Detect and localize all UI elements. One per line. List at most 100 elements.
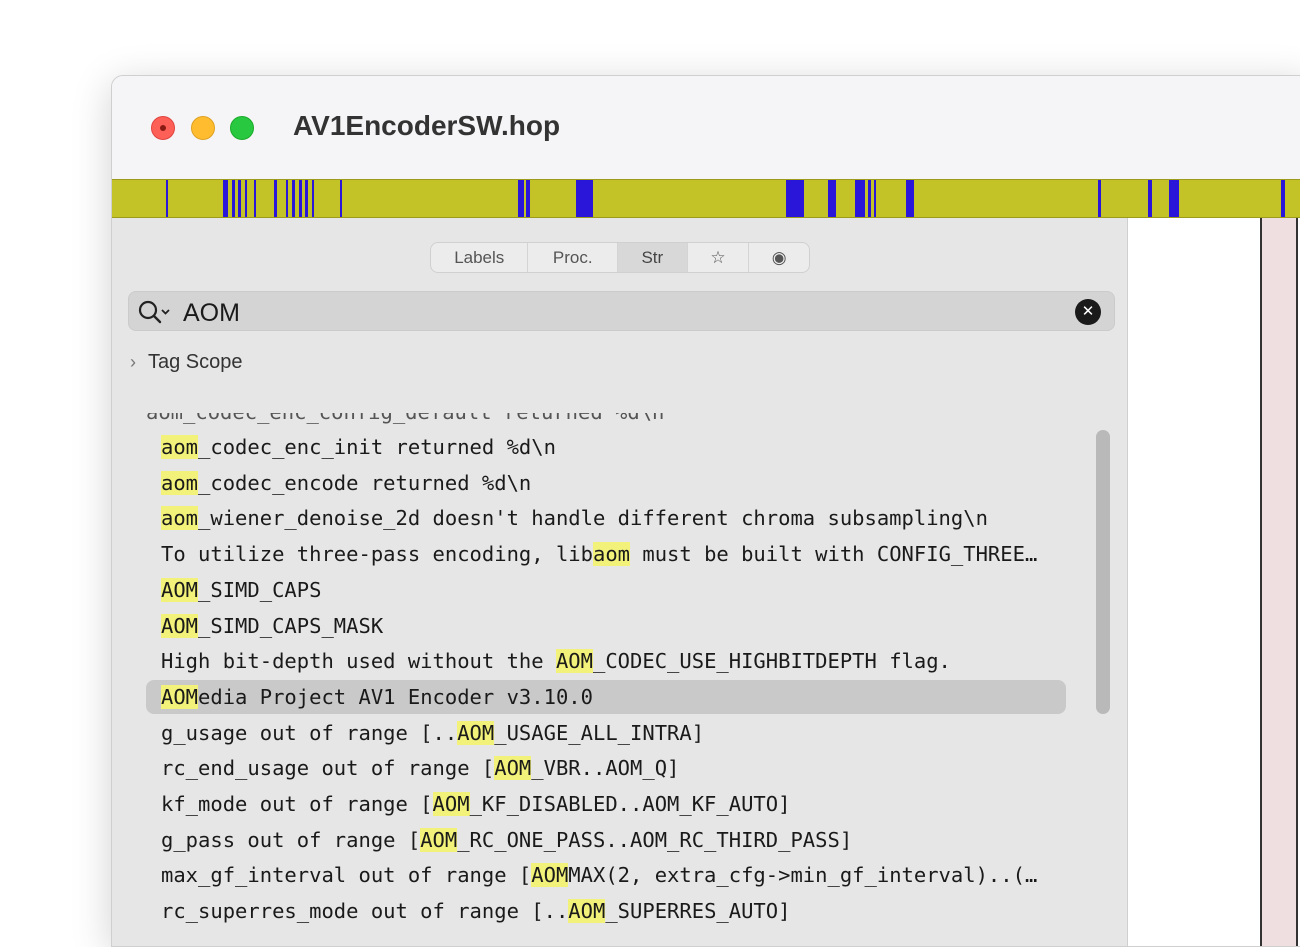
list-item-text: _KF_DISABLED..AOM_KF_AUTO] (469, 792, 791, 816)
timeline-event-marker (245, 180, 247, 217)
timeline-event-marker (223, 180, 228, 217)
list-item-text: g_usage out of range [.. (161, 720, 458, 745)
timeline-event-marker (868, 180, 871, 217)
match-highlight: aom (592, 542, 631, 567)
match-highlight: aom (161, 506, 199, 531)
list-item-text: MAX(2, extra_cfg->min_gf_interval)..(… (568, 863, 1038, 888)
app-window: AV1EncoderSW.hop Labels Proc. Str ☆ ◉ AO… (111, 75, 1300, 947)
zoom-button[interactable] (230, 116, 254, 140)
list-item-text: _SIMD_CAPS (198, 577, 322, 602)
thread-track (1260, 218, 1298, 946)
match-highlight: AOM (457, 720, 495, 745)
list-item-selected[interactable]: AOMedia Project AV1 Encoder v3.10.0 (161, 679, 593, 715)
match-highlight: aom (161, 435, 199, 459)
list-item[interactable]: g_pass out of range [AOM_RC_ONE_PASS..AO… (161, 822, 852, 858)
timeline-event-marker (292, 180, 295, 217)
list-item-text: _wiener_denoise_2d doesn't handle differ… (198, 506, 988, 531)
match-highlight: aom (161, 470, 199, 495)
search-field[interactable]: AOM ✕ (128, 291, 1115, 331)
timeline-event-marker (786, 180, 804, 217)
list-item[interactable]: rc_end_usage out of range [AOM_VBR..AOM_… (161, 750, 679, 786)
timeline-event-marker (238, 180, 241, 217)
radio-icon[interactable]: ◉ (749, 243, 809, 272)
list-item-text: _codec_enc_init returned %d\n (198, 435, 556, 459)
match-highlight: AOM (161, 684, 199, 709)
list-item-text: _USAGE_ALL_INTRA] (494, 720, 705, 745)
list-scrollbar[interactable] (1096, 430, 1110, 714)
list-item-partial: aom_codec_enc_config_default returned %d… (146, 400, 665, 424)
timeline-event-marker (1281, 180, 1285, 217)
match-highlight: AOM (161, 613, 199, 638)
tag-scope-disclosure[interactable]: › Tag Scope (130, 351, 243, 374)
timeline-event-marker (286, 180, 288, 217)
match-highlight: AOM (531, 863, 569, 888)
sidebar-tabs: Labels Proc. Str ☆ ◉ (430, 242, 810, 273)
match-highlight: AOM (420, 827, 458, 852)
list-item-text: _SUPERRES_AUTO] (605, 899, 791, 924)
search-input[interactable]: AOM (183, 299, 240, 328)
timeline-event-marker (166, 180, 168, 217)
list-item[interactable]: aom_wiener_denoise_2d doesn't handle dif… (161, 500, 988, 536)
list-item-text: edia Project AV1 Encoder v3.10.0 (198, 684, 593, 709)
list-item-text: g_pass out of range [ (161, 827, 421, 852)
search-icon[interactable] (137, 299, 173, 325)
timeline-event-marker (874, 180, 876, 217)
timeline-event-marker (828, 180, 836, 217)
clear-icon[interactable]: ✕ (1075, 299, 1101, 325)
list-item[interactable]: aom_codec_encode returned %d\n (161, 465, 531, 501)
list-item-text: _VBR..AOM_Q] (531, 756, 680, 781)
list-item[interactable]: g_usage out of range [..AOM_USAGE_ALL_IN… (161, 715, 704, 751)
timeline-event-marker (312, 180, 314, 217)
list-item-text: rc_superres_mode out of range [.. (161, 899, 569, 924)
list-item-text: High bit-depth used without the (161, 649, 556, 674)
list-item[interactable]: To utilize three-pass encoding, libaom m… (161, 536, 1037, 572)
timeline-event-marker (576, 180, 593, 217)
list-item[interactable]: AOM_SIMD_CAPS_MASK (161, 608, 383, 644)
match-highlight: AOM (161, 577, 199, 602)
sidebar: Labels Proc. Str ☆ ◉ AOM ✕ › Tag Scope ao… (112, 218, 1128, 946)
match-highlight: AOM (432, 792, 470, 816)
list-item-text: must be built with CONFIG_THREE… (630, 542, 1038, 567)
match-highlight: AOM (568, 899, 606, 924)
list-item[interactable]: High bit-depth used without the AOM_CODE… (161, 643, 951, 679)
timeline-overview[interactable] (112, 179, 1300, 218)
timeline-event-marker (340, 180, 342, 217)
timeline-event-marker (855, 180, 865, 217)
window-title: AV1EncoderSW.hop (293, 110, 561, 141)
list-item-text: _SIMD_CAPS_MASK (198, 613, 384, 638)
tab-labels[interactable]: Labels (431, 243, 529, 272)
minimize-button[interactable] (191, 116, 215, 140)
close-button[interactable] (151, 116, 175, 140)
title-bar: AV1EncoderSW.hop (112, 76, 1300, 179)
list-item[interactable]: aom_codec_enc_init returned %d\n (161, 429, 556, 465)
tab-procedures[interactable]: Proc. (528, 243, 619, 272)
list-item[interactable]: kf_mode out of range [AOM_KF_DISABLED..A… (161, 786, 790, 822)
match-highlight: AOM (555, 649, 593, 674)
list-item[interactable]: rc_superres_mode out of range [..AOM_SUP… (161, 893, 790, 929)
timeline-event-marker (518, 180, 524, 217)
list-item-text: To utilize three-pass encoding, lib (161, 542, 593, 567)
timeline-event-marker (1098, 180, 1101, 217)
list-item-text: kf_mode out of range [ (161, 792, 433, 816)
list-item[interactable]: AOM_SIMD_CAPS (161, 572, 321, 608)
string-list: aom_codec_enc_config_default returned %d… (112, 400, 1112, 946)
timeline-event-marker (526, 180, 530, 217)
list-item[interactable]: max_gf_interval out of range [AOMMAX(2, … (161, 857, 1037, 893)
list-item-text: rc_end_usage out of range [ (161, 756, 495, 781)
timeline-detail (1128, 218, 1300, 946)
list-item-text: _CODEC_USE_HIGHBITDEPTH flag. (592, 649, 951, 674)
match-highlight: AOM (494, 756, 532, 781)
timeline-event-marker (1169, 180, 1179, 217)
list-item-text: _codec_encode returned %d\n (198, 470, 532, 495)
timeline-event-marker (274, 180, 277, 217)
timeline-event-marker (906, 180, 914, 217)
timeline-event-marker (254, 180, 256, 217)
timeline-event-marker (305, 180, 308, 217)
chevron-right-icon[interactable]: › (130, 352, 148, 373)
timeline-event-marker (232, 180, 235, 217)
list-item-text: max_gf_interval out of range [ (161, 863, 532, 888)
tag-scope-label: Tag Scope (148, 351, 243, 373)
timeline-event-marker (299, 180, 302, 217)
star-icon[interactable]: ☆ (688, 243, 750, 272)
tab-strings[interactable]: Str (618, 243, 688, 272)
